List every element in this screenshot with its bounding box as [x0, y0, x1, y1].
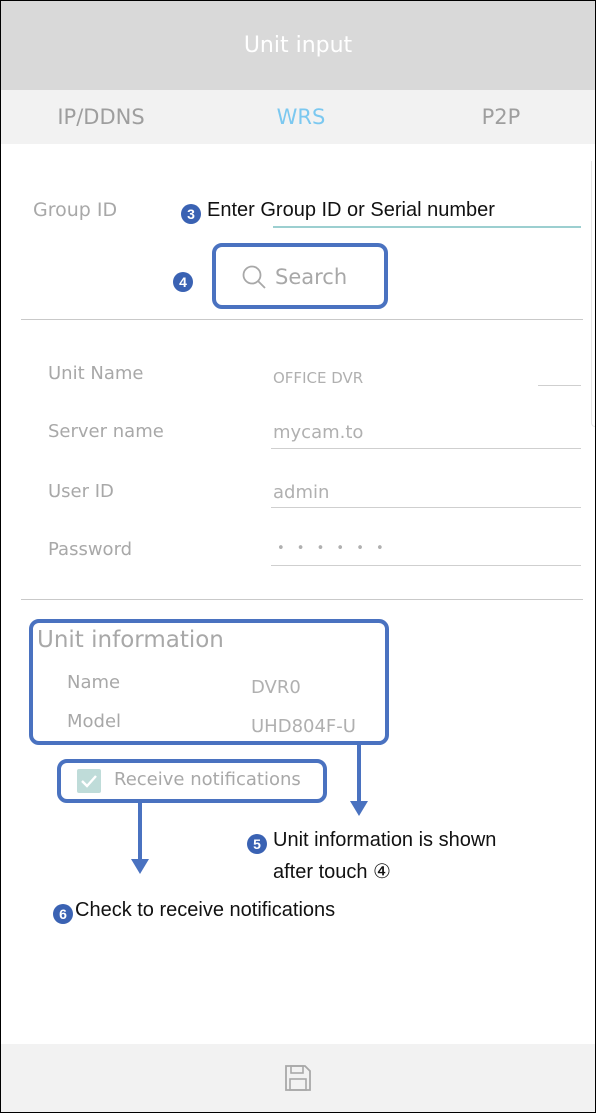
arrow-5-head	[350, 801, 368, 816]
badge-5: 5	[247, 834, 267, 854]
annotation-5-line2: after touch ④	[273, 861, 391, 883]
annotation-5: 5 Unit information is shown	[247, 829, 496, 854]
app-frame: Unit input IP/DDNS WRS P2P Group ID 3 Ent…	[0, 0, 596, 1113]
save-icon[interactable]	[283, 1063, 313, 1093]
annotation-6-text: Check to receive notifications	[75, 899, 336, 921]
annotation-arrows	[131, 745, 368, 874]
annotation-6: 6 Check to receive notifications	[53, 899, 335, 924]
arrow-6-head	[131, 859, 149, 874]
badge-6: 6	[53, 904, 73, 924]
annotation-5-line1: Unit information is shown	[273, 829, 497, 851]
bottom-bar	[1, 1044, 595, 1112]
